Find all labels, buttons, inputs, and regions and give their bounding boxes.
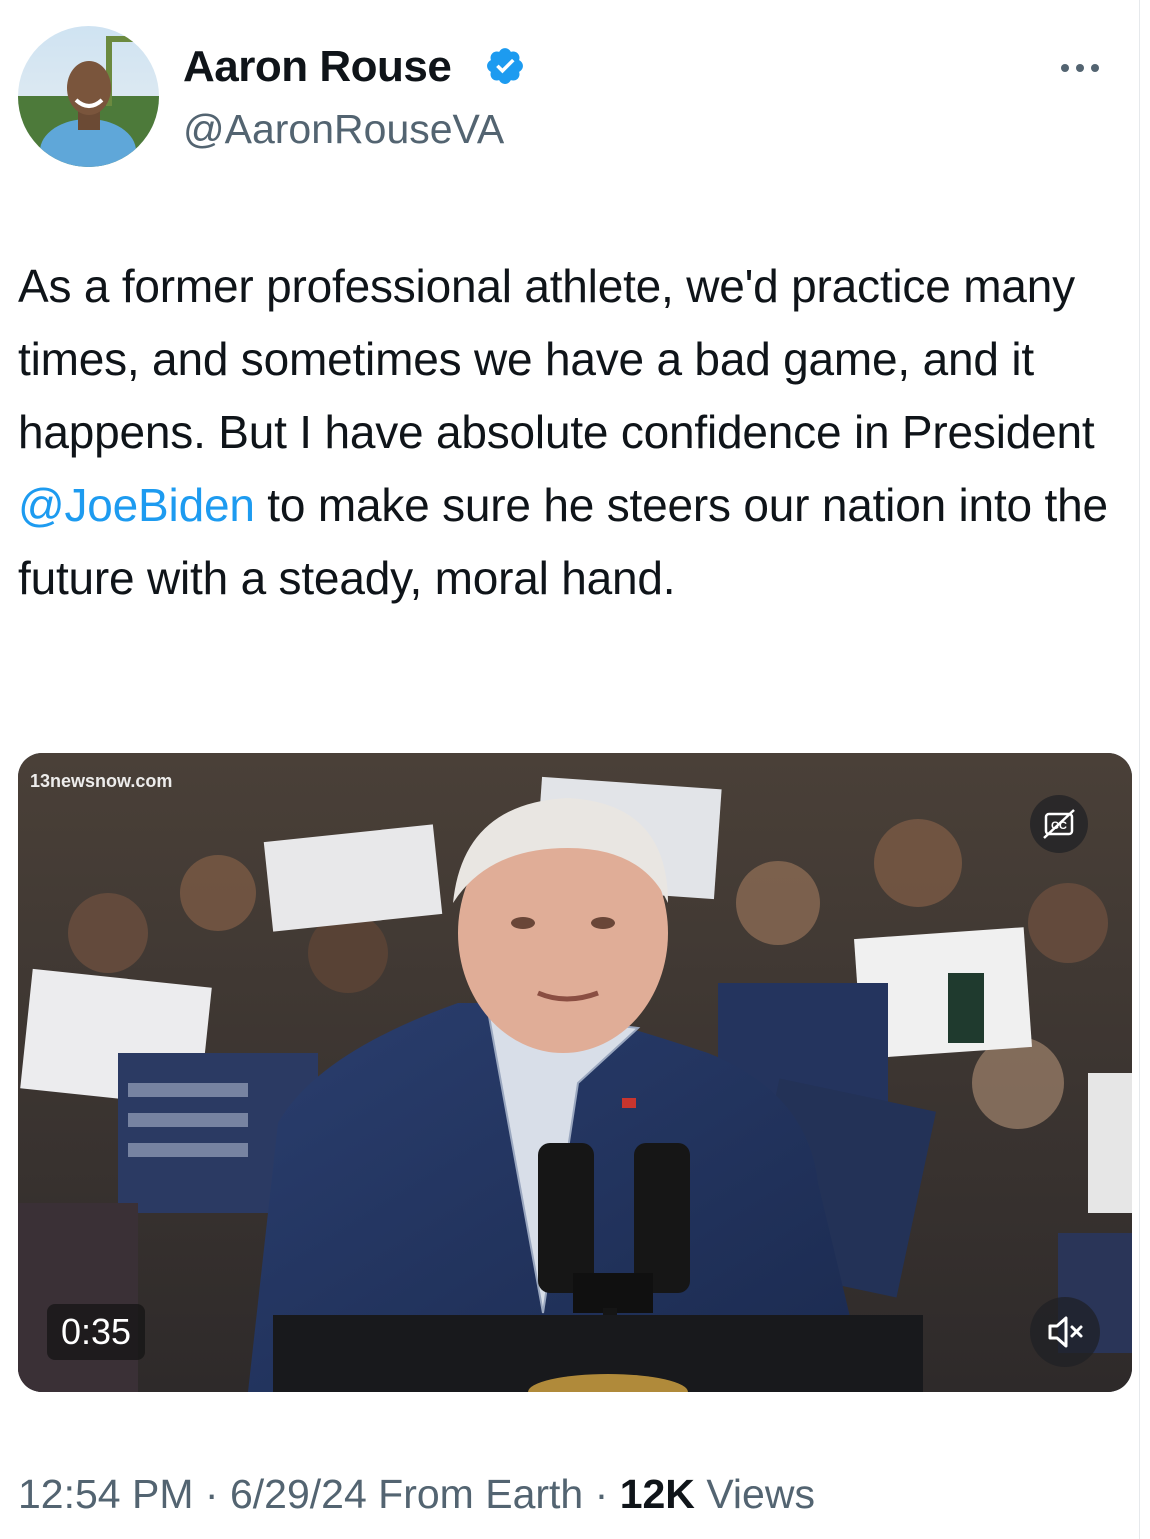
- tweet-source: From Earth: [378, 1471, 584, 1517]
- closed-captions-icon: CC: [1043, 809, 1075, 839]
- video-duration: 0:35: [47, 1304, 146, 1360]
- tweet-text-before: As a former professional athlete, we'd p…: [18, 260, 1095, 458]
- author-handle[interactable]: @AaronRouseVA: [183, 104, 504, 154]
- video-thumbnail[interactable]: [18, 753, 1132, 1392]
- meta-separator: ·: [204, 1471, 219, 1517]
- tweet-time[interactable]: 12:54 PM: [18, 1471, 194, 1517]
- video-player[interactable]: 13newsnow.com CC 0:35: [18, 753, 1132, 1392]
- more-options-icon[interactable]: [1056, 56, 1104, 80]
- views-label: Views: [706, 1471, 815, 1517]
- avatar[interactable]: [18, 26, 159, 167]
- verified-badge-icon: [487, 48, 523, 84]
- muted-speaker-icon: [1048, 1316, 1083, 1348]
- views-count: 12K: [619, 1471, 695, 1517]
- tweet-date[interactable]: 6/29/24: [230, 1471, 367, 1517]
- meta-separator: ·: [594, 1471, 609, 1517]
- captions-button[interactable]: CC: [1030, 795, 1088, 853]
- video-watermark: 13newsnow.com: [30, 771, 173, 791]
- tweet-text: As a former professional athlete, we'd p…: [18, 250, 1128, 615]
- scrollbar[interactable]: [1139, 0, 1150, 1539]
- tweet-meta: 12:54 PM · 6/29/24 From Earth · 12K View…: [18, 1466, 815, 1522]
- mention-link[interactable]: @JoeBiden: [18, 479, 255, 531]
- author-name[interactable]: Aaron Rouse: [183, 40, 452, 94]
- mute-button[interactable]: [1030, 1297, 1100, 1367]
